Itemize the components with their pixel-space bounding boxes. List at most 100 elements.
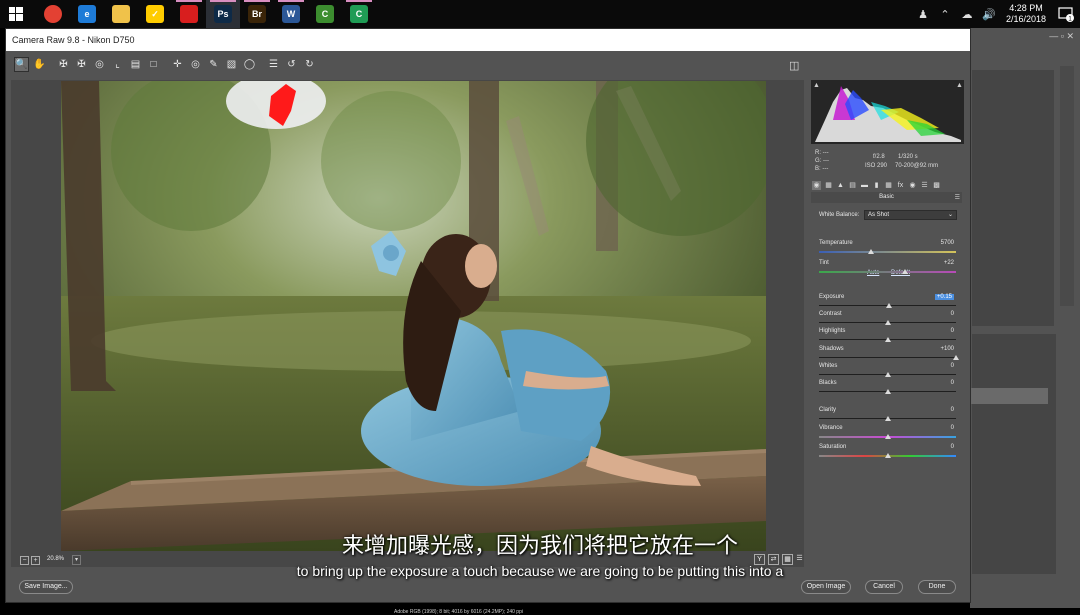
- rotate-right-icon[interactable]: ↻: [302, 57, 317, 72]
- ps-layer-row[interactable]: [970, 388, 1048, 404]
- save-image-button[interactable]: Save Image...: [19, 580, 73, 594]
- clarity-slider-thumb[interactable]: [884, 416, 891, 421]
- taskbar-app-photoshop[interactable]: Ps: [206, 0, 240, 28]
- done-button[interactable]: Done: [918, 580, 956, 594]
- split-toning-tab-icon[interactable]: ▬: [860, 181, 869, 190]
- volume-icon[interactable]: 🔊: [978, 8, 1000, 21]
- word-icon: W: [282, 5, 300, 23]
- vibrance-slider-thumb[interactable]: [884, 434, 891, 439]
- shadows-slider-track[interactable]: [819, 357, 956, 358]
- running-indicator: [244, 0, 270, 2]
- contrast-label: Contrast: [819, 311, 842, 317]
- taskbar-app-app-c[interactable]: C: [342, 0, 376, 28]
- zoom-tool-icon[interactable]: 🔍: [14, 56, 29, 72]
- workflow-options-link[interactable]: Adobe RGB (1998); 8 bit; 4016 by 6016 (2…: [394, 609, 523, 615]
- contrast-value[interactable]: 0: [951, 311, 954, 317]
- temperature-slider-track[interactable]: [819, 251, 956, 253]
- tint-slider-thumb[interactable]: [902, 269, 909, 274]
- histogram: ▲ ▲: [811, 80, 964, 144]
- app-green-icon: C: [316, 5, 334, 23]
- preferences-icon[interactable]: ☰: [266, 57, 281, 72]
- tone-curve-tab-icon[interactable]: ▦: [824, 181, 833, 190]
- ps-panel-scroll[interactable]: [1060, 66, 1074, 306]
- taskbar-app-bridge[interactable]: Br: [240, 0, 274, 28]
- adjustment-brush-icon[interactable]: ✎: [206, 57, 221, 72]
- shadows-value[interactable]: +100: [940, 346, 954, 352]
- whites-slider-thumb[interactable]: [884, 372, 891, 377]
- transform-tool-icon[interactable]: □: [146, 57, 161, 72]
- white-balance-tool-icon[interactable]: ✠: [56, 57, 71, 72]
- presets-tab-icon[interactable]: ☰: [920, 181, 929, 190]
- camera-raw-dialog: Camera Raw 9.8 - Nikon D750 🔍 ✋ ✠ ✠ ◎ ⌞ …: [5, 28, 971, 615]
- tint-slider-track[interactable]: [819, 271, 956, 273]
- hsl-tab-icon[interactable]: ▤: [848, 181, 857, 190]
- people-icon[interactable]: ♟: [912, 8, 934, 21]
- temperature-value[interactable]: 5700: [941, 240, 954, 246]
- shadow-clipping-icon[interactable]: ▲: [813, 82, 821, 90]
- spot-removal-icon[interactable]: ✛: [170, 57, 185, 72]
- effects-tab-icon[interactable]: fx: [896, 181, 905, 190]
- highlights-slider-thumb[interactable]: [884, 337, 891, 342]
- taskbar-app-edge[interactable]: e: [70, 0, 104, 28]
- rotate-left-icon[interactable]: ↺: [284, 57, 299, 72]
- start-button[interactable]: [0, 0, 32, 28]
- exposure-value[interactable]: +0.15: [934, 294, 954, 300]
- onedrive-icon[interactable]: ☁: [956, 8, 978, 21]
- taskbar-app-app-green[interactable]: C: [308, 0, 342, 28]
- panel-menu-icon[interactable]: ☰: [955, 193, 960, 204]
- exposure-label: Exposure: [819, 294, 845, 300]
- lens-tab-icon[interactable]: ▮: [872, 181, 881, 190]
- cancel-button[interactable]: Cancel: [865, 580, 903, 594]
- exposure-slider-thumb[interactable]: [885, 303, 892, 308]
- temperature-label: Temperature: [819, 240, 853, 246]
- clarity-value[interactable]: 0: [951, 407, 954, 413]
- action-center-button[interactable]: 1: [1052, 0, 1080, 28]
- camera-raw-toolbar: 🔍 ✋ ✠ ✠ ◎ ⌞ ▤ □ ✛ ◎ ✎ ▧ ◯ ☰ ↺ ↻: [6, 51, 970, 77]
- red-eye-icon[interactable]: ◎: [188, 57, 203, 72]
- chevron-down-icon: ⌄: [947, 212, 953, 218]
- detail-tab-icon[interactable]: ▲: [836, 181, 845, 190]
- snapshots-tab-icon[interactable]: ▩: [932, 181, 941, 190]
- temperature-slider-thumb[interactable]: [868, 249, 875, 254]
- system-tray: ♟ ⌃ ☁ 🔊 4:28 PM 2/16/2018 1: [912, 0, 1080, 28]
- straighten-tool-icon[interactable]: ▤: [128, 57, 143, 72]
- camera-calibration-tab-icon[interactable]: ◉: [908, 181, 917, 190]
- saturation-slider-thumb[interactable]: [884, 453, 891, 458]
- blacks-slider-thumb[interactable]: [884, 389, 891, 394]
- shadows-slider-thumb[interactable]: [953, 355, 959, 360]
- white-balance-select[interactable]: As Shot ⌄: [864, 210, 957, 220]
- graduated-filter-icon[interactable]: ▧: [224, 57, 239, 72]
- windows-taskbar: e ✓ Ps Br W C C ♟ ⌃ ☁ 🔊 4:28 PM 2/16/2018 1: [0, 0, 1080, 28]
- taskbar-app-creative-cloud[interactable]: [172, 0, 206, 28]
- ps-window-controls[interactable]: — ▫ ✕: [1049, 31, 1074, 42]
- color-sampler-icon[interactable]: ✠: [74, 57, 89, 72]
- highlight-clipping-icon[interactable]: ▲: [956, 82, 964, 90]
- radial-filter-icon[interactable]: ◯: [242, 57, 257, 72]
- crop-tool-icon[interactable]: ⌞: [110, 57, 125, 72]
- hand-tool-icon[interactable]: ✋: [32, 57, 47, 72]
- running-indicator: [346, 0, 372, 2]
- tint-value[interactable]: +22: [944, 260, 954, 266]
- vibrance-value[interactable]: 0: [951, 425, 954, 431]
- basic-tab-icon[interactable]: ◉: [812, 180, 821, 190]
- taskbar-app-chrome[interactable]: [36, 0, 70, 28]
- dialog-title: Camera Raw 9.8 - Nikon D750: [6, 29, 970, 51]
- blacks-value[interactable]: 0: [951, 380, 954, 386]
- taskbar-app-norton[interactable]: ✓: [138, 0, 172, 28]
- file-explorer-icon: [112, 5, 130, 23]
- tint-label: Tint: [819, 260, 829, 266]
- bridge-icon: Br: [248, 5, 266, 23]
- taskbar-clock[interactable]: 4:28 PM 2/16/2018: [1000, 3, 1052, 25]
- photo-preview[interactable]: [61, 81, 766, 551]
- fullscreen-toggle-icon[interactable]: ◫: [789, 59, 799, 72]
- whites-value[interactable]: 0: [951, 363, 954, 369]
- open-image-button[interactable]: Open Image: [801, 580, 851, 594]
- targeted-adjustment-icon[interactable]: ◎: [92, 57, 107, 72]
- transform-tab-icon[interactable]: ▦: [884, 181, 893, 190]
- taskbar-app-file-explorer[interactable]: [104, 0, 138, 28]
- saturation-value[interactable]: 0: [951, 444, 954, 450]
- contrast-slider-thumb[interactable]: [884, 320, 891, 325]
- highlights-value[interactable]: 0: [951, 328, 954, 334]
- taskbar-app-word[interactable]: W: [274, 0, 308, 28]
- chevron-up-icon[interactable]: ⌃: [934, 8, 956, 21]
